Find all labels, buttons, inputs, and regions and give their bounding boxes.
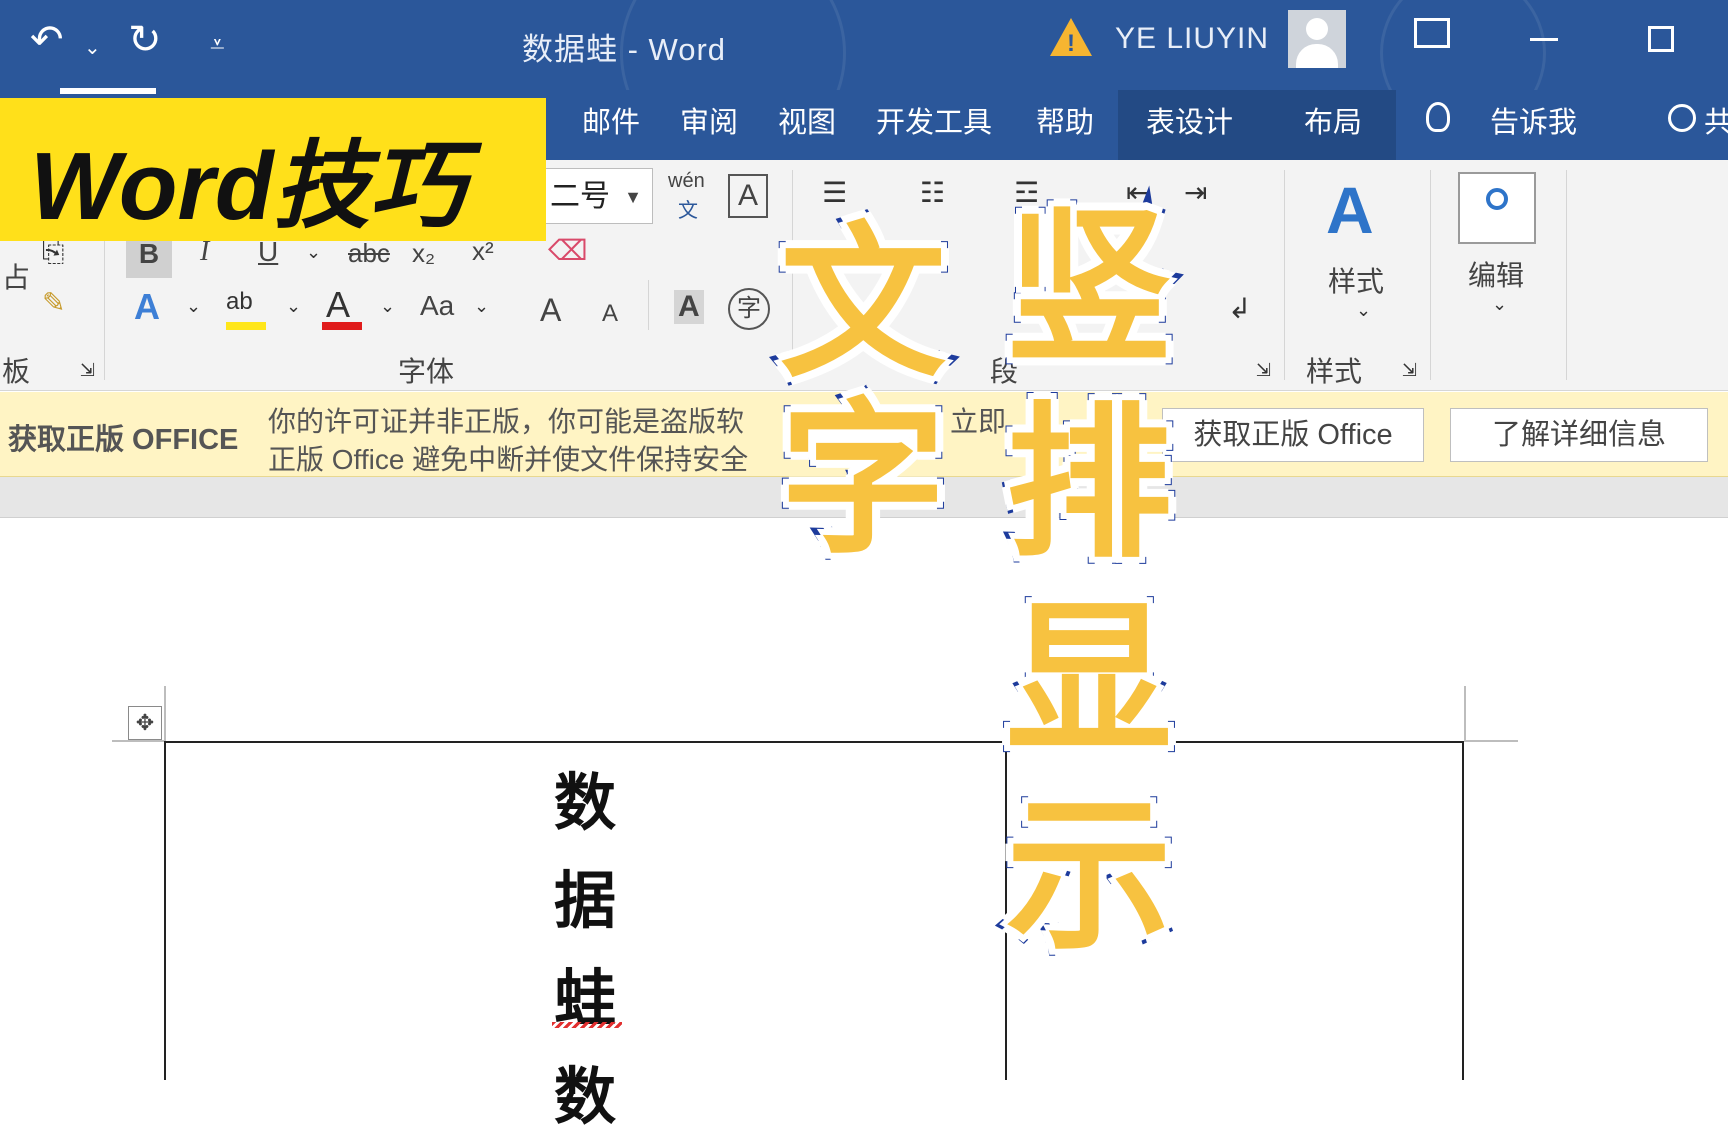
tab-developer[interactable]: 开发工具 — [876, 98, 992, 148]
highlight-icon[interactable]: ab — [226, 288, 253, 316]
chevron-down-icon[interactable]: ⌄ — [186, 296, 201, 317]
tell-me-search[interactable]: 告诉我 — [1490, 98, 1577, 148]
font-color-swatch — [322, 322, 362, 330]
text-effects-icon[interactable]: A — [134, 286, 160, 328]
enclose-characters-button[interactable]: 字 — [728, 288, 770, 330]
editing-button[interactable]: 编辑 — [1468, 254, 1524, 294]
tab-mailings[interactable]: 邮件 — [582, 98, 640, 148]
chevron-down-icon[interactable]: ⌄ — [380, 296, 395, 317]
table-cell-char[interactable]: 数 — [554, 752, 616, 842]
increase-indent-icon[interactable]: ⇥ — [1184, 176, 1207, 209]
overlay-title-char: 排 — [999, 388, 1179, 581]
styles-group-label: 样式 — [1306, 356, 1363, 387]
share-person-icon[interactable] — [1668, 104, 1696, 132]
tab-layout[interactable]: 布局 — [1304, 98, 1362, 148]
tab-review[interactable]: 审阅 — [680, 98, 738, 148]
styles-icon[interactable]: A — [1326, 172, 1374, 248]
customize-quick-access-icon[interactable]: ⩡ — [210, 24, 225, 64]
tip-badge-text: Word技巧 — [30, 133, 466, 240]
shrink-font-button[interactable]: A — [602, 300, 618, 328]
page-corner-mark — [164, 686, 166, 742]
change-case-button[interactable]: Aa — [420, 290, 454, 322]
page-corner-mark — [1464, 740, 1518, 742]
paste-label-fragment[interactable]: 占 — [2, 256, 30, 296]
overlay-title-char: 竖 — [999, 192, 1179, 385]
group-separator — [1430, 170, 1431, 380]
page-corner-mark — [112, 740, 166, 742]
table-cell-char[interactable]: 据 — [554, 850, 616, 940]
table-move-handle-icon[interactable]: ✥ — [128, 706, 162, 740]
clipboard-group-label: 板 — [2, 356, 31, 387]
group-separator — [1284, 170, 1285, 380]
overlay-title-char: 文 — [773, 208, 953, 401]
active-tab-indicator — [60, 88, 156, 94]
show-marks-icon[interactable]: ↲ — [1228, 292, 1251, 325]
highlight-color-swatch — [226, 322, 266, 330]
chevron-down-icon[interactable]: ⌄ — [286, 296, 301, 317]
user-name[interactable]: YE LIUYIN — [1115, 22, 1269, 56]
overlay-title-char: 示 — [999, 780, 1179, 973]
undo-icon[interactable]: ↶ — [30, 20, 64, 60]
font-group-label: 字体 — [398, 356, 455, 387]
group-separator — [648, 280, 649, 330]
share-button[interactable]: 共 — [1704, 98, 1728, 148]
dialog-launcher-icon[interactable]: ⇲ — [1256, 360, 1271, 381]
chevron-down-icon[interactable]: ⌄ — [474, 296, 489, 317]
font-size-combo[interactable]: 二号 ▼ — [545, 168, 653, 224]
overlay-title-char: 字 — [773, 384, 953, 577]
bullets-icon[interactable]: ☰ — [822, 176, 847, 209]
font-color-icon[interactable]: A — [326, 284, 350, 326]
license-message-line1-tail: 立即 — [950, 406, 1007, 437]
phonetic-guide-icon[interactable]: 文 — [678, 194, 698, 223]
font-size-value: 二号 — [550, 180, 610, 213]
group-separator — [1566, 170, 1567, 380]
clear-formatting-icon[interactable]: ⌫ — [548, 234, 588, 267]
spelling-underline — [552, 1022, 622, 1028]
chevron-down-icon[interactable]: ▼ — [624, 169, 642, 225]
phonetic-guide-top: wén — [668, 170, 705, 192]
learn-more-button[interactable]: 了解详细信息 — [1450, 408, 1708, 462]
ribbon-display-options-icon[interactable] — [1414, 18, 1450, 48]
page-corner-mark — [1464, 686, 1466, 742]
license-label: 获取正版 OFFICE — [8, 424, 239, 456]
avatar[interactable] — [1288, 10, 1346, 68]
license-message-line1: 你的许可证并非正版，你可能是盗版软 — [268, 406, 745, 437]
tab-help[interactable]: 帮助 — [1036, 98, 1094, 148]
overlay-title-char: 显 — [999, 584, 1179, 777]
dialog-launcher-icon[interactable]: ⇲ — [80, 360, 95, 381]
license-message-line2: 正版 Office 避免中断并使文件保持安全 — [268, 444, 749, 475]
maximize-icon[interactable] — [1648, 26, 1674, 52]
tab-table-design[interactable]: 表设计 — [1146, 98, 1233, 148]
minimize-icon[interactable] — [1530, 38, 1558, 41]
chevron-down-icon[interactable]: ⌄ — [1492, 294, 1507, 315]
warning-mark: ! — [1067, 30, 1075, 57]
tab-view[interactable]: 视图 — [778, 98, 836, 148]
chevron-down-icon[interactable]: ⌄ — [1356, 300, 1371, 321]
table-cell-char[interactable]: 数 — [554, 1046, 616, 1136]
dialog-launcher-icon[interactable]: ⇲ — [1402, 360, 1417, 381]
styles-button[interactable]: 样式 — [1328, 260, 1384, 300]
undo-dropdown-icon[interactable]: ⌄ — [84, 28, 101, 68]
grow-font-button[interactable]: A — [540, 292, 561, 329]
document-table[interactable] — [164, 741, 1464, 1080]
character-border-button[interactable]: A — [728, 174, 768, 218]
window-title: 数据蛙 - Word — [522, 32, 727, 67]
title-bar — [0, 0, 1728, 166]
get-genuine-office-button[interactable]: 获取正版 Office — [1162, 408, 1424, 462]
format-painter-icon[interactable]: ✎ — [42, 286, 65, 319]
lightbulb-icon[interactable] — [1426, 102, 1450, 132]
find-icon[interactable] — [1458, 172, 1536, 244]
redo-icon[interactable]: ↻ — [128, 20, 162, 60]
character-shading-button[interactable]: A — [674, 290, 704, 324]
numbering-icon[interactable]: ☷ — [920, 176, 945, 209]
